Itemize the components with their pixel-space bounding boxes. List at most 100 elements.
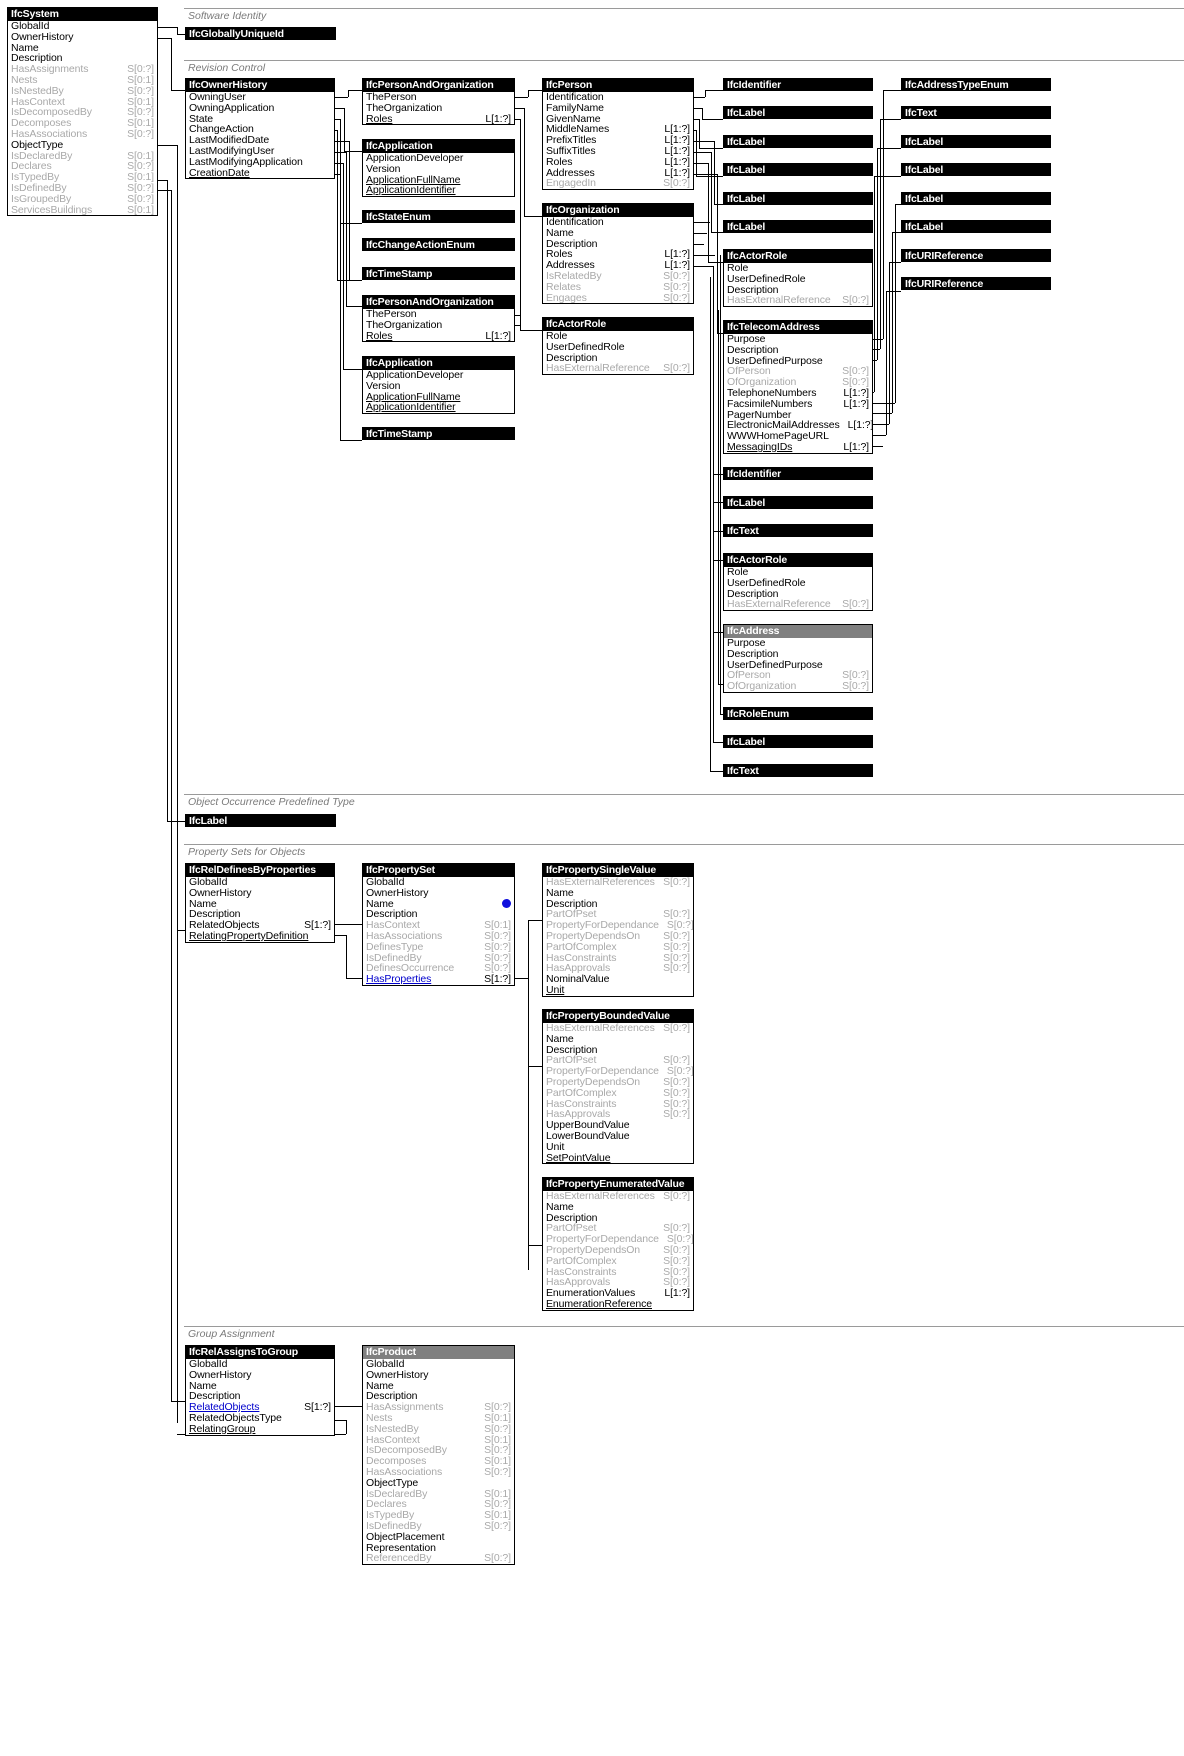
attribute-cardinality <box>503 1359 511 1370</box>
entity-attribute-row: HasExternalReference S[0:?] <box>724 295 872 306</box>
entity-box-ifcownerhistory[interactable]: IfcOwnerHistory OwningUser OwningApplicati… <box>185 78 335 180</box>
type-box-ifctext-1[interactable]: IfcText <box>723 524 873 537</box>
type-box-ifclabel-occurrence[interactable]: IfcLabel <box>185 814 336 827</box>
entity-box-ifcsystem[interactable]: IfcSystem GlobalId OwnerHistory Name Descrip… <box>7 7 158 217</box>
type-box-ifcaddresstypeenum[interactable]: IfcAddressTypeEnum <box>901 78 1051 91</box>
connector <box>340 174 341 440</box>
connector <box>693 233 707 234</box>
type-box-ifcurireference-1[interactable]: IfcURIReference <box>901 249 1051 262</box>
type-box-ifclabel-10[interactable]: IfcLabel <box>901 192 1051 205</box>
entity-box-ifcpropertysinglevalue[interactable]: IfcPropertySingleValue HasExternalReferen… <box>542 863 694 997</box>
entity-box-ifctelecomaddress[interactable]: IfcTelecomAddress Purpose Description UserD… <box>723 320 873 454</box>
attribute-cardinality <box>682 331 690 342</box>
type-box-ifcgloballyuniqueid[interactable]: IfcGloballyUniqueId <box>185 27 336 40</box>
attribute-cardinality <box>146 43 154 54</box>
entity-attribute-row: Name <box>543 887 693 899</box>
type-box-ifcchangeactionenum[interactable]: IfcChangeActionEnum <box>362 238 515 251</box>
type-box-ifclabel-6[interactable]: IfcLabel <box>723 496 873 509</box>
connector <box>157 145 177 146</box>
attribute-cardinality: S[0:?] <box>127 84 154 97</box>
attribute-cardinality <box>503 392 511 403</box>
attribute-cardinality <box>682 888 690 899</box>
connector <box>874 176 875 392</box>
connector <box>877 148 901 149</box>
type-box-ifctimestamp-1[interactable]: IfcTimeStamp <box>362 267 515 280</box>
entity-attribute-row: ApplicationIdentifier <box>363 402 514 413</box>
type-box-ifctext-2[interactable]: IfcText <box>723 764 873 777</box>
entity-box-ifcpersonandorganization-2[interactable]: IfcPersonAndOrganization ThePerson TheOrga… <box>362 295 515 343</box>
attribute-cardinality: S[0:?] <box>663 876 690 888</box>
attribute-cardinality <box>861 263 869 274</box>
entity-attribute-list: Role UserDefinedRole Description HasExterna… <box>724 263 872 306</box>
type-box-ifclabel-4[interactable]: IfcLabel <box>723 192 873 205</box>
connector <box>524 108 525 216</box>
attribute-cardinality <box>323 888 331 899</box>
entity-box-ifcpropertyboundedvalue[interactable]: IfcPropertyBoundedValue HasExternalRefere… <box>542 1009 694 1165</box>
connector <box>693 97 705 98</box>
type-box-ifclabel-2[interactable]: IfcLabel <box>723 135 873 148</box>
connector <box>880 119 881 349</box>
entity-attribute-list: Role UserDefinedRole Description HasExterna… <box>724 567 872 610</box>
attribute-name: ObjectType <box>366 1476 419 1489</box>
connector <box>171 190 172 1401</box>
entity-box-ifcproduct[interactable]: IfcProduct GlobalId OwnerHistory Name Descri… <box>362 1345 515 1566</box>
attribute-name: UserDefinedRole <box>727 576 806 589</box>
entity-box-ifcpropertyset[interactable]: IfcPropertySet GlobalId OwnerHistory Name De… <box>362 863 515 986</box>
connector <box>714 632 723 633</box>
entity-attribute-row: LowerBoundValue <box>543 1131 693 1142</box>
entity-box-ifcactorrole-3[interactable]: IfcActorRole Role UserDefinedRole Descripti… <box>723 553 873 612</box>
attribute-name: Roles <box>546 155 573 168</box>
entity-box-ifcpersonandorganization-1[interactable]: IfcPersonAndOrganization ThePerson TheOrga… <box>362 78 515 126</box>
type-box-ifctimestamp-2[interactable]: IfcTimeStamp <box>362 427 515 440</box>
connector <box>348 90 349 97</box>
type-box-ifcidentifier-2[interactable]: IfcIdentifier <box>723 467 873 480</box>
connector <box>696 176 723 177</box>
highlight-dot <box>502 899 511 908</box>
type-box-ifcidentifier-1[interactable]: IfcIdentifier <box>723 78 873 91</box>
type-box-ifclabel-8[interactable]: IfcLabel <box>901 135 1051 148</box>
attribute-name: HasExternalReference <box>727 598 831 611</box>
entity-box-ifcapplication-1[interactable]: IfcApplication ApplicationDeveloper Versio… <box>362 139 515 198</box>
attribute-name: OwnerHistory <box>366 886 429 899</box>
connector <box>167 180 168 821</box>
type-box-ifclabel-1[interactable]: IfcLabel <box>723 106 873 119</box>
attribute-cardinality: S[0:?] <box>663 1022 690 1034</box>
type-box-ifclabel-9[interactable]: IfcLabel <box>901 163 1051 176</box>
section-rule <box>184 60 1184 61</box>
type-box-ifctext-3[interactable]: IfcText <box>901 106 1051 119</box>
entity-attribute-row: IsNestedBy S[0:?] <box>363 1423 514 1435</box>
attribute-cardinality <box>503 103 511 114</box>
connector <box>714 204 723 205</box>
attribute-name: UserDefinedRole <box>546 340 625 353</box>
attribute-cardinality <box>682 228 690 239</box>
connector <box>344 108 345 151</box>
entity-attribute-row: OwnerHistory <box>8 31 157 43</box>
entity-box-ifcperson[interactable]: IfcPerson Identification FamilyName GivenNa… <box>542 78 694 191</box>
type-box-ifcstateenum[interactable]: IfcStateEnum <box>362 210 515 223</box>
type-box-ifcurireference-2[interactable]: IfcURIReference <box>901 277 1051 290</box>
connector <box>693 163 708 164</box>
entity-box-ifcorganization[interactable]: IfcOrganization Identification Name Descrip… <box>542 203 694 305</box>
attribute-name: FamilyName <box>546 101 604 114</box>
entity-attribute-list: Identification FamilyName GivenName MiddleN… <box>543 92 693 189</box>
entity-box-ifcapplication-2[interactable]: IfcApplication ApplicationDeveloper Versio… <box>362 356 515 415</box>
entity-box-ifcpropertyenumeratedvalue[interactable]: IfcPropertyEnumeratedValue HasExternalRef… <box>542 1177 694 1311</box>
entity-box-ifcaddress[interactable]: IfcAddress Purpose Description UserDefinedP… <box>723 624 873 693</box>
type-box-ifclabel-5[interactable]: IfcLabel <box>723 220 873 233</box>
entity-box-ifcreldefinesbyproperties[interactable]: IfcRelDefinesByProperties GlobalId OwnerHi… <box>185 863 335 943</box>
type-box-ifclabel-3[interactable]: IfcLabel <box>723 163 873 176</box>
attribute-cardinality <box>323 114 331 125</box>
entity-box-ifcrelassignstogroup[interactable]: IfcRelAssignsToGroup GlobalId OwnerHistory… <box>185 1345 335 1436</box>
type-box-ifclabel-11[interactable]: IfcLabel <box>901 220 1051 233</box>
attribute-cardinality <box>323 146 331 157</box>
entity-attribute-row[interactable]: HasProperties S[1:?] <box>363 974 514 985</box>
attribute-cardinality <box>861 578 869 589</box>
type-box-ifclabel-7[interactable]: IfcLabel <box>723 735 873 748</box>
entity-box-ifcactorrole-1[interactable]: IfcActorRole Role UserDefinedRole Descripti… <box>542 317 694 376</box>
type-box-ifcroleenum[interactable]: IfcRoleEnum <box>723 707 873 720</box>
connector <box>880 119 901 120</box>
entity-box-ifcactorrole-2[interactable]: IfcActorRole Role UserDefinedRole Descripti… <box>723 249 873 308</box>
attribute-cardinality <box>503 877 511 888</box>
connector <box>524 216 542 217</box>
attribute-cardinality: S[0:?] <box>663 362 690 375</box>
